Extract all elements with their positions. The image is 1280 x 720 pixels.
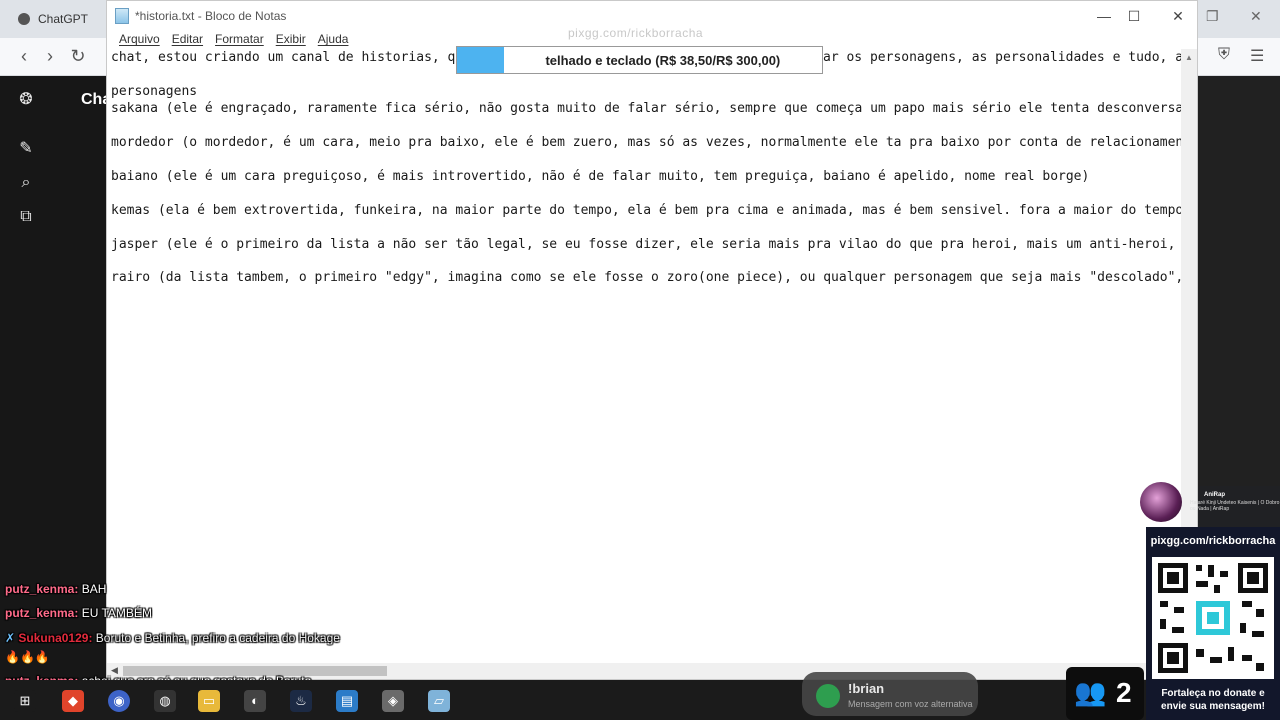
- donation-goal-bar: telhado e teclado (R$ 38,50/R$ 300,00): [456, 46, 823, 74]
- notepad-text-area[interactable]: chat, estou criando um canal de historia…: [111, 49, 1183, 661]
- browser-tab[interactable]: ChatGPT: [8, 6, 106, 32]
- qr-caption-line1: Fortaleça no donate e: [1161, 688, 1265, 699]
- chat-message: putz_kenma: EU TAMBÉM: [5, 606, 152, 620]
- notepad-taskbar-icon[interactable]: ▱: [428, 690, 450, 712]
- menu-editar[interactable]: Editar: [166, 31, 209, 49]
- donation-url-watermark: pixgg.com/rickborracha: [568, 26, 704, 40]
- song-title: AniRap: [1204, 492, 1225, 498]
- qr-caption-line2: envie sua mensagem!: [1161, 701, 1265, 712]
- app-icon[interactable]: ◈: [382, 690, 404, 712]
- screen: ChatGPT ❐ ✕ ‹ › ↻ ⛨ ☰ ❂ ✎ ⌕ ⧉ Cha *histo…: [0, 0, 1280, 720]
- brave-browser-icon[interactable]: ◆: [62, 690, 84, 712]
- fire-emote-icon: 🔥🔥🔥: [5, 650, 50, 664]
- sword-badge-icon: ✗: [5, 631, 16, 645]
- browser-tab-title: ChatGPT: [38, 12, 89, 26]
- menu-exibir[interactable]: Exibir: [270, 31, 312, 49]
- openai-logo-icon[interactable]: ❂: [16, 90, 36, 110]
- restore-icon[interactable]: ❐: [1206, 8, 1219, 25]
- menu-arquivo[interactable]: Arquivo: [113, 31, 166, 49]
- app-icon[interactable]: ◐: [244, 690, 266, 712]
- close-icon[interactable]: ✕: [1250, 8, 1262, 25]
- text-line-tail: ar os personagens, as personalidades e t…: [823, 50, 1183, 65]
- voice-alert: !brian Mensagem com voz alternativa: [802, 672, 978, 716]
- app-icon[interactable]: ◉: [108, 690, 130, 712]
- chat-username: putz_kenma:: [5, 606, 79, 620]
- menu-icon[interactable]: ☰: [1250, 46, 1264, 66]
- back-icon[interactable]: ‹: [14, 46, 34, 66]
- new-chat-icon[interactable]: ✎: [16, 139, 36, 159]
- text-line: mordedor (o mordedor, é um cara, meio pr…: [111, 135, 1183, 150]
- text-line: baiano (ele é um cara preguiçoso, é mais…: [111, 169, 1090, 184]
- qr-caption: Fortaleça no donate e envie sua mensagem…: [1146, 687, 1280, 713]
- windows-start-icon[interactable]: ⊞: [14, 690, 36, 712]
- voice-alert-name: !brian: [848, 681, 885, 696]
- text-line: rairo (da lista tambem, o primeiro "edgy…: [111, 270, 1183, 285]
- notepad-window: *historia.txt - Bloco de Notas — ☐ ✕ Arq…: [106, 0, 1198, 680]
- qr-url: pixgg.com/rickborracha: [1150, 535, 1276, 547]
- app-icon[interactable]: ▤: [336, 690, 358, 712]
- reload-icon[interactable]: ↻: [68, 46, 88, 66]
- chat-message: ✗ Sukuna0129: Boruto e Betinha, prefiro …: [5, 631, 340, 645]
- minimize-button[interactable]: —: [1089, 5, 1119, 27]
- scroll-up-icon[interactable]: ▲: [1185, 53, 1193, 62]
- chat-text: Boruto e Betinha, prefiro a cadeira do H…: [95, 631, 340, 645]
- search-icon[interactable]: ⌕: [16, 173, 36, 193]
- now-playing-widget: AniRap Hataré Kinji Undeteo Kaisenis | O…: [1140, 482, 1280, 522]
- maximize-button[interactable]: ☐: [1119, 5, 1149, 27]
- qr-code: [1152, 557, 1274, 679]
- song-subtitle: Hataré Kinji Undeteo Kaisenis | O Dobro …: [1190, 500, 1280, 512]
- chat-username: putz_kenma:: [5, 582, 79, 596]
- text-line: kemas (ela é bem extrovertida, funkeira,…: [111, 203, 1183, 218]
- donation-goal-fill: [457, 47, 504, 73]
- shield-icon[interactable]: ⛨: [1218, 46, 1230, 64]
- chat-text: EU TAMBÉM: [81, 606, 152, 620]
- donation-goal-text: telhado e teclado (R$ 38,50/R$ 300,00): [545, 52, 781, 68]
- viewer-count-widget: 👥 2: [1066, 667, 1144, 720]
- chat-message: putz_kenma: BAH: [5, 582, 106, 596]
- forward-icon[interactable]: ›: [40, 46, 60, 66]
- close-button[interactable]: ✕: [1163, 5, 1193, 27]
- text-line: personagens: [111, 84, 198, 99]
- obs-icon[interactable]: ◍: [154, 690, 176, 712]
- library-icon[interactable]: ⧉: [16, 207, 36, 227]
- chatgpt-right-panel: [1198, 76, 1280, 486]
- album-art: [1140, 482, 1182, 522]
- users-icon: 👥: [1074, 677, 1107, 707]
- qr-code-graphic: [1158, 563, 1268, 673]
- viewer-count: 2: [1116, 677, 1132, 708]
- steam-icon[interactable]: ♨: [290, 690, 312, 712]
- voice-alert-subtitle: Mensagem com voz alternativa: [848, 699, 973, 709]
- file-explorer-icon[interactable]: ▭: [198, 690, 220, 712]
- text-line: sakana (ele é engraçado, raramente fica …: [111, 101, 1183, 116]
- chat-text: BAH: [81, 582, 107, 596]
- text-line: chat, estou criando um canal de historia…: [111, 50, 472, 65]
- chat-username: Sukuna0129:: [18, 631, 93, 645]
- donation-qr-panel: pixgg.com/rickborracha Fortaleça no dona…: [1146, 527, 1280, 720]
- voice-icon: [816, 684, 840, 708]
- notepad-title: *historia.txt - Bloco de Notas: [135, 9, 287, 23]
- menu-formatar[interactable]: Formatar: [209, 31, 270, 49]
- text-line: jasper (ele é o primeiro da lista a não …: [111, 237, 1183, 252]
- menu-ajuda[interactable]: Ajuda: [312, 31, 355, 49]
- emote-row: 🔥🔥🔥: [5, 650, 50, 664]
- notepad-icon: [115, 8, 129, 24]
- chatgpt-logo-icon: [18, 13, 30, 25]
